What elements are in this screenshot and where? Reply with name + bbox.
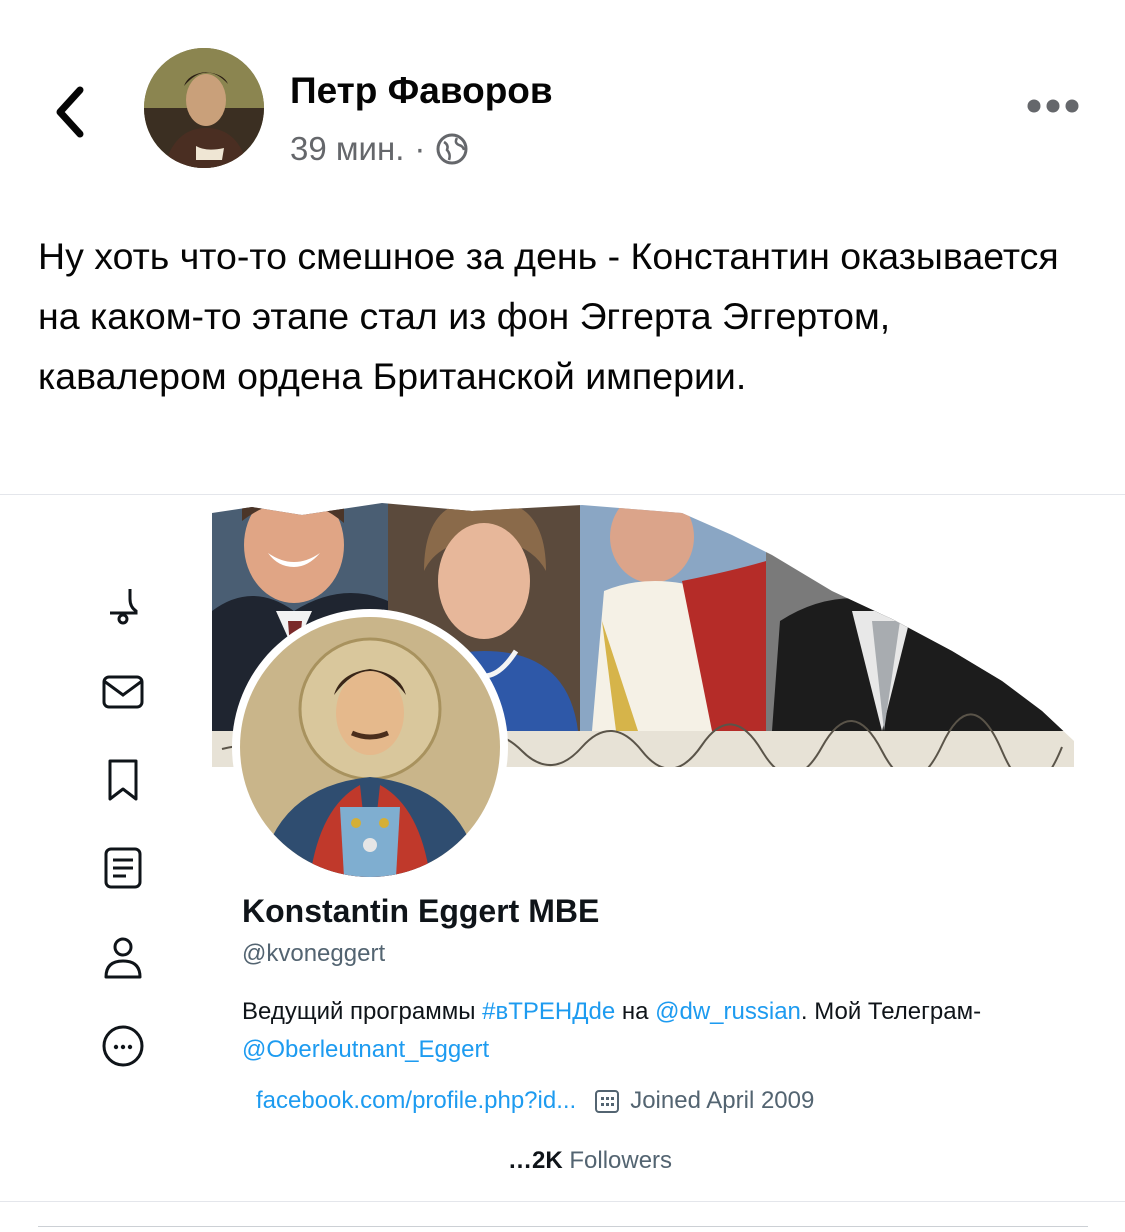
messages-icon	[102, 675, 144, 709]
post-options-button[interactable]	[1026, 96, 1080, 116]
bio-hashtag-link[interactable]: #вТРЕНДde	[482, 998, 615, 1025]
meta-separator: ·	[414, 130, 426, 167]
profile-details: facebook.com/profile.php?id... Joined Ap…	[256, 1087, 814, 1115]
author-name[interactable]: Петр Фаворов	[290, 70, 553, 112]
twitter-profile-screenshot: Konstantin Eggert MBE @kvoneggert Ведущи…	[0, 495, 1125, 1201]
back-button[interactable]	[46, 82, 96, 142]
post-text: Ну хоть что-то смешное за день - Констан…	[38, 235, 1059, 397]
followers-label: Followers	[569, 1147, 673, 1174]
post-meta: 39 мин. ·	[290, 130, 469, 168]
bio-mention-link[interactable]: @dw_russian	[655, 998, 801, 1025]
profile-avatar-portrait	[240, 617, 500, 877]
profile-followers[interactable]: …2K Followers	[508, 1147, 672, 1175]
profile-avatar[interactable]	[232, 609, 508, 885]
divider	[38, 1226, 1088, 1227]
author-avatar[interactable]	[144, 48, 264, 168]
profile-website-link[interactable]: facebook.com/profile.php?id...	[256, 1087, 576, 1115]
globe-icon	[436, 133, 468, 165]
notifications-icon	[110, 589, 138, 625]
bio-text: Ведущий программы	[242, 998, 483, 1025]
profile-icon	[104, 937, 142, 979]
more-icon	[102, 1025, 144, 1067]
calendar-icon	[595, 1090, 620, 1113]
lists-icon	[104, 847, 142, 889]
chevron-left-icon	[56, 86, 84, 138]
profile-handle: @kvoneggert	[242, 940, 386, 967]
more-horizontal-icon	[1027, 99, 1079, 113]
profile-joined-date: Joined April 2009	[630, 1087, 815, 1114]
post-image[interactable]: Konstantin Eggert MBE @kvoneggert Ведущи…	[0, 494, 1125, 1202]
bio-mention-link[interactable]: @Oberleutnant_Eggert	[242, 1036, 489, 1063]
profile-name: Konstantin Eggert MBE	[242, 893, 600, 929]
post-timestamp[interactable]: 39 мин.	[290, 130, 404, 168]
profile-bio: Ведущий программы #вТРЕНДde на @dw_russi…	[242, 993, 1122, 1069]
bio-text: на	[615, 998, 656, 1025]
twitter-sidebar	[0, 495, 210, 1201]
followers-count: …2K	[508, 1147, 563, 1174]
avatar-portrait	[144, 48, 264, 168]
bookmarks-icon	[108, 759, 138, 801]
bio-text: . Мой Телеграм-	[800, 998, 982, 1025]
